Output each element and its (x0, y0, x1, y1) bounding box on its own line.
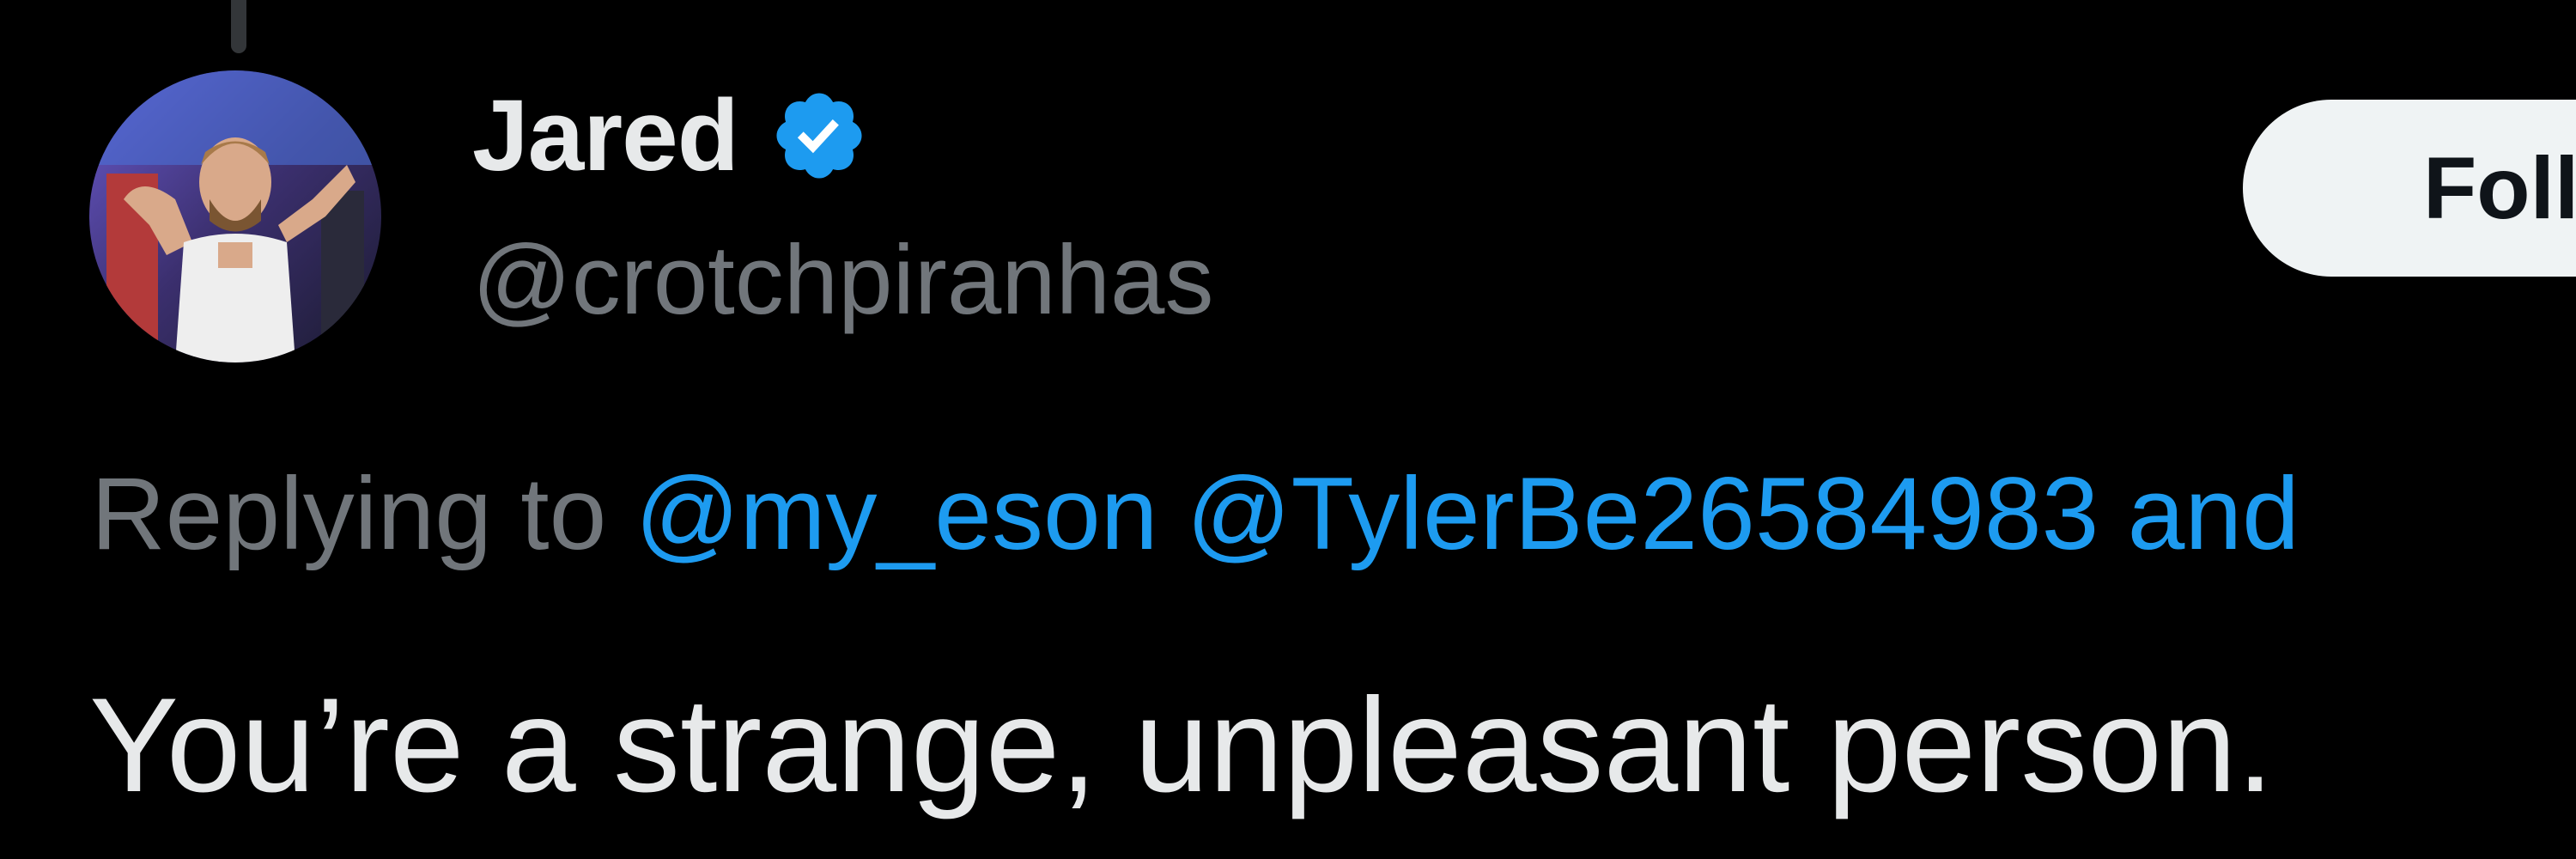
replying-to-prefix: Replying to (91, 456, 607, 571)
replying-to-line: Replying to @my_eson @TylerBe26584983 an… (91, 454, 2300, 574)
follow-button[interactable]: Follow (2243, 100, 2576, 277)
avatar[interactable] (89, 70, 381, 362)
author-display-name[interactable]: Jared (472, 77, 739, 194)
verified-badge-icon (776, 93, 862, 179)
profile-photo-icon (89, 70, 381, 362)
replying-to-more-link[interactable]: and (2128, 456, 2300, 571)
author-name-row: Jared (472, 76, 869, 196)
mention-link[interactable]: @TylerBe26584983 (1187, 456, 2099, 571)
author-handle[interactable]: @crotchpiranhas (472, 225, 1213, 337)
thread-connector-line (231, 0, 246, 53)
tweet-text: You’re a strange, unpleasant person. (89, 671, 2275, 820)
mention-link[interactable]: @my_eson (635, 456, 1158, 571)
